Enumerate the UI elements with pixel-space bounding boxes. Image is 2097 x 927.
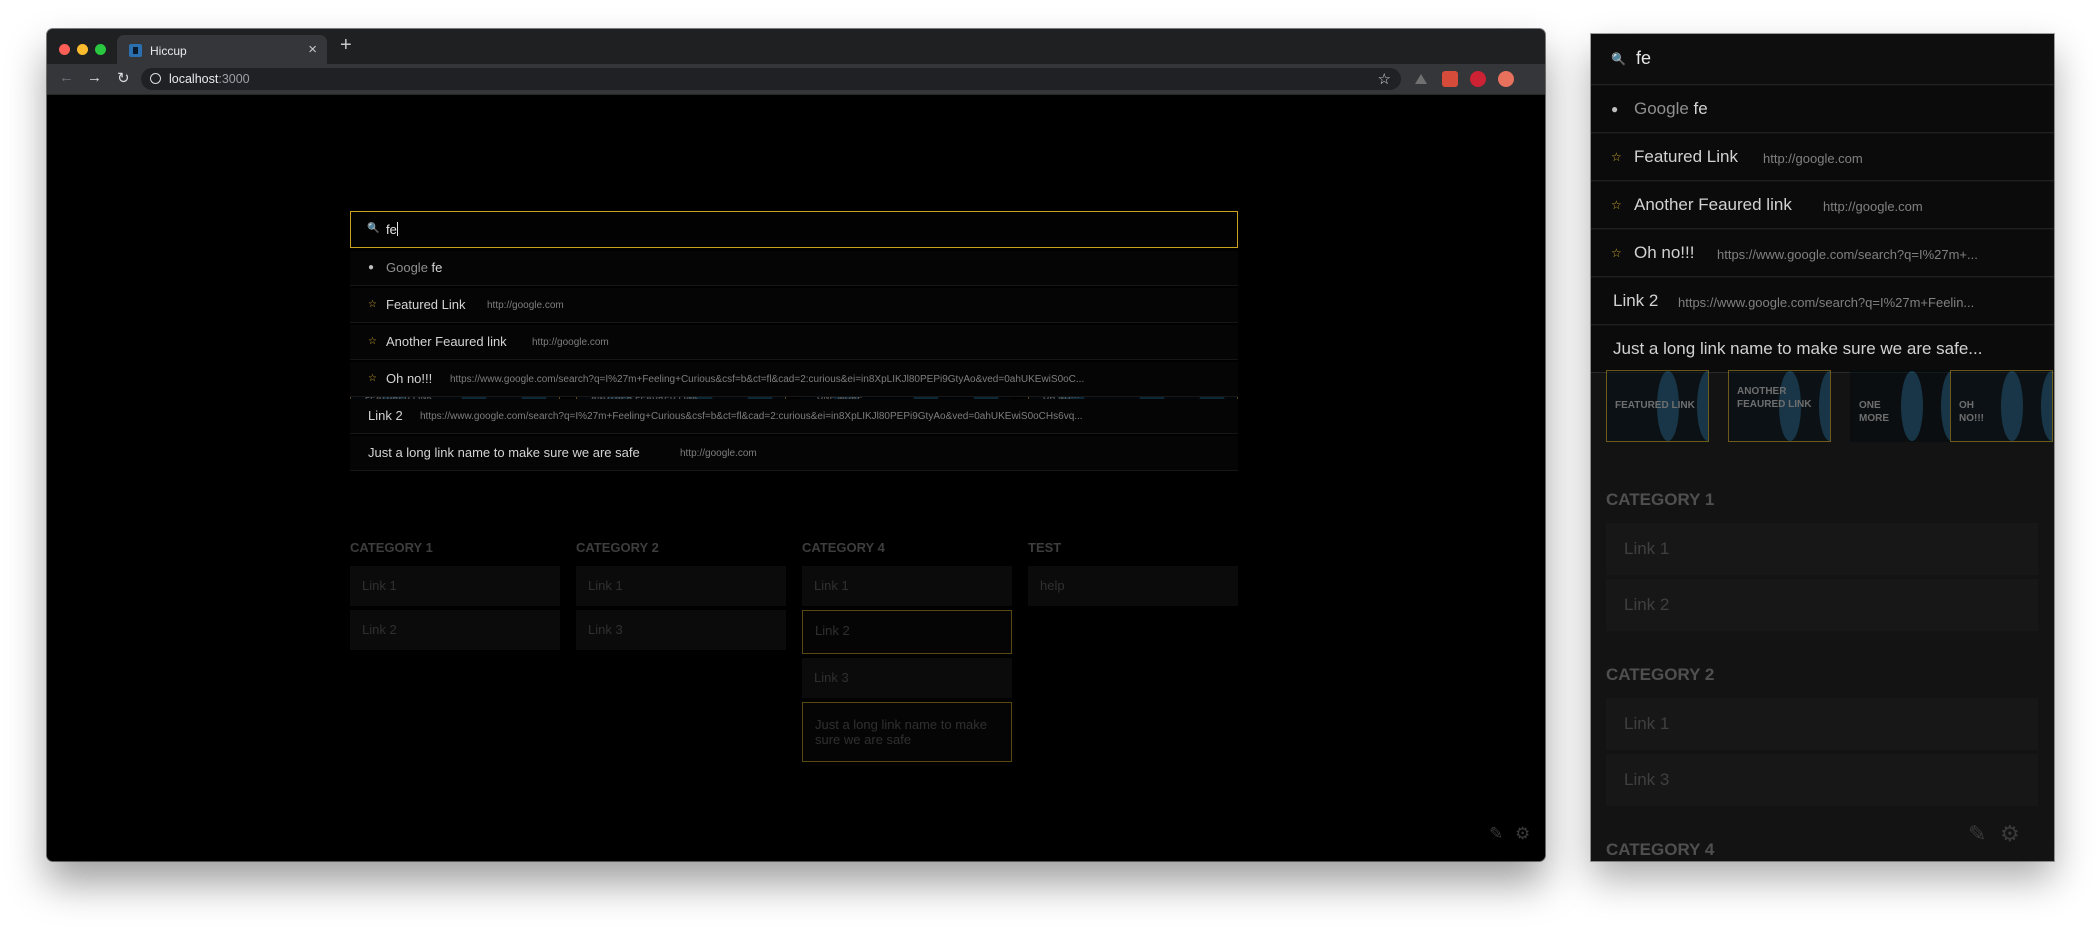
category-link[interactable]: Just a long link name to make sure we ar… — [802, 702, 1012, 762]
address-bar[interactable]: localhost:3000 ☆ — [141, 68, 1401, 90]
category-title: Category 1 — [1606, 490, 1715, 509]
mobile-panel: 🔍 fe ● Google fe ☆ Featured Link http://… — [1591, 34, 2054, 861]
close-window-button[interactable] — [59, 44, 70, 55]
app-favicon-icon — [129, 44, 142, 57]
featured-tile[interactable]: Another Feaured link — [1728, 370, 1831, 442]
extension-pink-icon[interactable] — [1498, 71, 1514, 87]
category-title: Category 4 — [802, 540, 885, 555]
category-link[interactable]: Link 1 — [802, 566, 1012, 606]
tab-hiccup[interactable]: Hiccup × — [117, 35, 327, 64]
suggestion-item[interactable]: ☆ Featured Link http://google.com — [1591, 134, 2054, 181]
suggestion-item[interactable]: Link 2 https://www.google.com/search?q=I… — [350, 399, 1238, 434]
page-viewport: Featured Link Another Feaured link One m… — [47, 95, 1545, 861]
category-title: Category 4 — [1606, 840, 1715, 859]
category-link[interactable]: Link 3 — [576, 610, 786, 650]
extension-red-icon[interactable] — [1442, 71, 1458, 87]
suggestion-item[interactable]: ☆ Another Feaured link http://google.com — [350, 325, 1238, 360]
forward-arrow-icon[interactable]: → — [87, 69, 102, 86]
star-icon: ☆ — [368, 299, 377, 310]
category-link[interactable]: Link 3 — [802, 658, 1012, 698]
url-text: localhost:3000 — [169, 72, 250, 86]
suggestion-item[interactable]: Just a long link name to make sure we ar… — [350, 436, 1238, 471]
featured-tile[interactable]: Featured Link — [1606, 370, 1709, 442]
suggestion-item[interactable]: ☆ Another Feaured link http://google.com — [1591, 182, 2054, 229]
new-tab-button[interactable]: + — [340, 34, 352, 57]
suggestion-item[interactable]: ☆ Featured Link http://google.com — [350, 288, 1238, 323]
back-arrow-icon[interactable]: ← — [59, 69, 74, 86]
star-icon: ☆ — [1611, 246, 1622, 260]
star-icon: ☆ — [368, 373, 377, 384]
search-query: fe — [386, 222, 398, 237]
tab-strip: Hiccup × + — [47, 29, 1545, 64]
category-link[interactable]: Link 1 — [350, 566, 560, 606]
maximize-window-button[interactable] — [95, 44, 106, 55]
category-title: Category 1 — [350, 540, 433, 555]
extension-triangle-icon[interactable] — [1413, 71, 1429, 87]
featured-tile[interactable]: One more — [1850, 370, 1953, 442]
category-link[interactable]: Link 1 — [1606, 698, 2038, 750]
close-tab-icon[interactable]: × — [308, 41, 317, 58]
info-icon[interactable] — [150, 73, 161, 84]
suggestion-item[interactable]: Just a long link name to make sure we ar… — [1591, 326, 2054, 373]
suggestion-item[interactable]: ☆ Oh no!!! https://www.google.com/search… — [350, 362, 1238, 397]
edit-pencil-icon[interactable]: ✎ — [1489, 824, 1503, 844]
minimize-window-button[interactable] — [77, 44, 88, 55]
bookmark-star-icon[interactable]: ☆ — [1378, 70, 1391, 88]
star-icon: ☆ — [1611, 198, 1622, 212]
globe-icon: ● — [368, 262, 375, 273]
globe-icon: ● — [1611, 102, 1619, 116]
search-icon: 🔍 — [1611, 52, 1626, 66]
profile-avatar[interactable] — [1470, 71, 1486, 87]
tab-title: Hiccup — [150, 44, 187, 58]
category-link[interactable]: help — [1028, 566, 1238, 606]
browser-toolbar: ← → ↻ localhost:3000 ☆ — [47, 64, 1545, 95]
category-link[interactable]: Link 3 — [1606, 754, 2038, 806]
category-link[interactable]: Link 1 — [1606, 523, 2038, 575]
star-icon: ☆ — [368, 336, 377, 347]
settings-gear-icon[interactable]: ⚙ — [2000, 821, 2020, 847]
search-input[interactable]: 🔍 fe — [350, 211, 1238, 248]
category-link[interactable]: Link 2 — [802, 610, 1012, 654]
featured-tile[interactable]: Oh no!!! — [1950, 370, 2053, 442]
category-title: Test — [1028, 540, 1062, 555]
category-title: Category 2 — [576, 540, 659, 555]
category-link[interactable]: Link 2 — [350, 610, 560, 650]
suggestion-item[interactable]: Link 2 https://www.google.com/search?q=I… — [1591, 278, 2054, 325]
settings-gear-icon[interactable]: ⚙ — [1515, 824, 1530, 844]
star-icon: ☆ — [1611, 150, 1622, 164]
category-title: Category 2 — [1606, 665, 1715, 684]
suggestion-item[interactable]: ● Google fe — [350, 251, 1238, 286]
browser-window: Hiccup × + ← → ↻ localhost:3000 ☆ Featur… — [47, 29, 1545, 861]
edit-pencil-icon[interactable]: ✎ — [1968, 821, 1986, 847]
reload-icon[interactable]: ↻ — [117, 69, 130, 87]
search-query: fe — [1636, 48, 1652, 68]
search-icon: 🔍 — [367, 223, 380, 234]
suggestion-item[interactable]: ☆ Oh no!!! https://www.google.com/search… — [1591, 230, 2054, 277]
category-link[interactable]: Link 2 — [1606, 579, 2038, 631]
category-link[interactable]: Link 1 — [576, 566, 786, 606]
suggestion-item[interactable]: ● Google fe — [1591, 86, 2054, 133]
search-input[interactable]: 🔍 fe — [1591, 34, 2054, 85]
